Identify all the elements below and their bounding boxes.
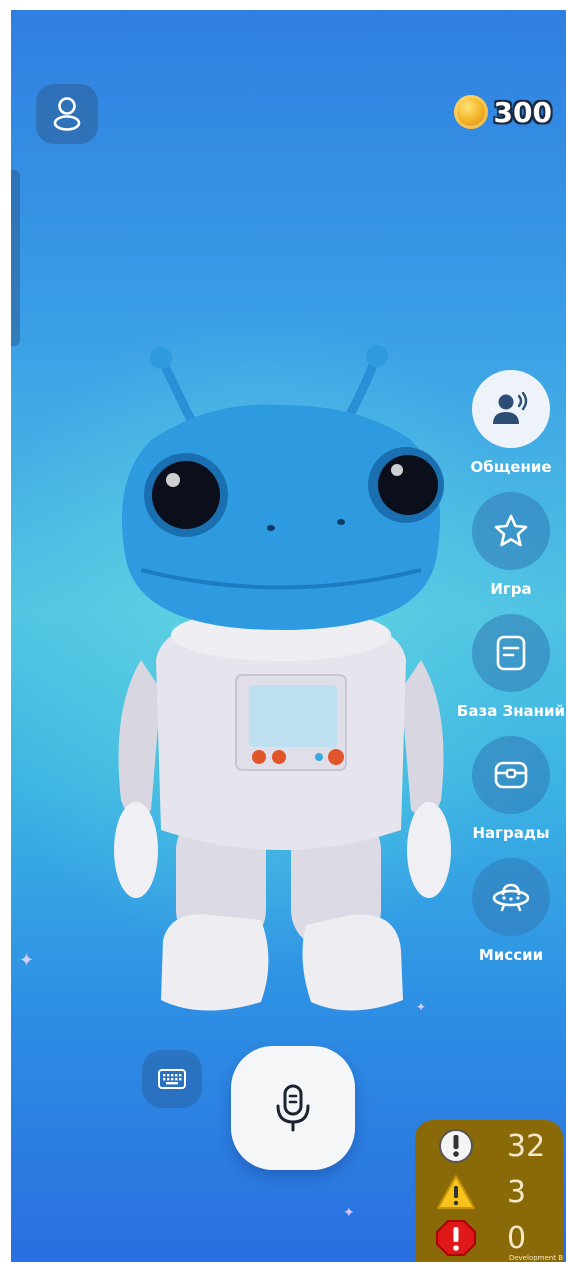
error-icon: [436, 1220, 476, 1256]
warning-count: 3: [507, 1174, 527, 1210]
dev-build-label: Development B: [508, 1254, 563, 1262]
menu-item-label: Миссии: [478, 946, 544, 964]
document-icon: [496, 635, 526, 671]
microphone-button[interactable]: [231, 1046, 355, 1170]
error-log-row: 0: [415, 1218, 563, 1258]
sparkle-decoration: ✦: [19, 950, 35, 971]
menu-item-label: Награды: [472, 824, 550, 842]
debug-log-panel[interactable]: 32 3 0 Development B: [415, 1120, 563, 1262]
keyboard-icon: [158, 1069, 186, 1089]
menu-item-game[interactable]: Игра: [456, 492, 566, 598]
info-count: 32: [507, 1128, 546, 1164]
star-icon: [494, 514, 528, 547]
menu-item-label: Общение: [470, 458, 552, 476]
app-screen: ✦ ✦ ✦ 300 Общение Игра База Знаний Награ…: [11, 10, 566, 1262]
coin-count: 300: [493, 95, 552, 129]
menu-item-communication[interactable]: Общение: [456, 370, 566, 476]
side-drawer-handle[interactable]: [11, 170, 20, 346]
info-icon: [439, 1129, 473, 1163]
speaking-person-icon: [493, 391, 528, 424]
menu-item-missions-button[interactable]: [472, 858, 550, 936]
menu-item-label: База Знаний: [456, 702, 566, 720]
coin-icon: [453, 95, 488, 129]
ufo-icon: [492, 883, 530, 912]
menu-item-knowledge-base[interactable]: База Знаний: [456, 614, 566, 720]
menu-item-label: Игра: [490, 580, 532, 598]
menu-item-rewards[interactable]: Награды: [456, 736, 566, 842]
menu-item-communication-button[interactable]: [472, 370, 550, 448]
menu-item-knowledge-base-button[interactable]: [472, 614, 550, 692]
warning-log-row: 3: [415, 1172, 563, 1212]
alien-astronaut-character[interactable]: [101, 330, 461, 1030]
profile-button[interactable]: [36, 84, 98, 144]
warning-icon: [437, 1175, 475, 1209]
treasure-chest-icon: [494, 761, 528, 789]
coin-balance: 300: [453, 92, 552, 132]
menu-item-game-button[interactable]: [472, 492, 550, 570]
error-count: 0: [507, 1220, 527, 1256]
keyboard-button[interactable]: [142, 1050, 202, 1108]
menu-item-missions[interactable]: Миссии: [456, 858, 566, 964]
info-log-row: 32: [415, 1126, 563, 1166]
user-icon: [53, 97, 81, 131]
microphone-icon: [276, 1084, 310, 1132]
menu-item-rewards-button[interactable]: [472, 736, 550, 814]
sparkle-decoration: ✦: [343, 1205, 355, 1221]
